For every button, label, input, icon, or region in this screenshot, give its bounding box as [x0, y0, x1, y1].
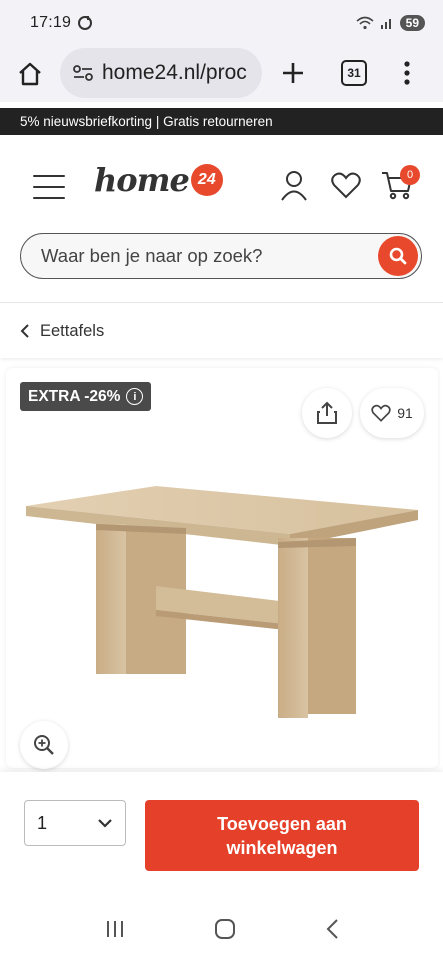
heart-icon	[371, 404, 391, 422]
tab-count: 31	[347, 66, 361, 80]
status-time: 17:19	[30, 14, 72, 31]
cart-count-badge: 0	[400, 165, 420, 185]
more-options-icon[interactable]	[403, 60, 411, 86]
search-icon	[389, 247, 407, 265]
home-button-icon[interactable]	[214, 918, 236, 940]
search-bar[interactable]	[20, 233, 422, 279]
status-indicators: 59	[356, 15, 425, 31]
battery-level: 59	[399, 15, 425, 31]
breadcrumb[interactable]: Eettafels	[0, 304, 443, 358]
chevron-down-icon	[98, 819, 112, 828]
recents-icon[interactable]	[104, 919, 126, 939]
share-icon	[317, 401, 337, 424]
logo-badge: 24	[190, 164, 223, 196]
address-bar[interactable]: home24.nl/proc	[60, 48, 262, 98]
logo-text: home	[94, 161, 190, 199]
home-icon[interactable]	[16, 60, 44, 88]
zoom-in-icon	[34, 735, 54, 755]
breadcrumb-label[interactable]: Eettafels	[40, 322, 104, 341]
tab-switcher-button[interactable]: 31	[341, 60, 367, 86]
menu-icon[interactable]	[33, 175, 65, 199]
new-tab-icon[interactable]	[280, 60, 306, 86]
sync-icon	[78, 16, 93, 30]
quantity-select[interactable]: 1	[24, 800, 126, 846]
home24-logo[interactable]: home 24	[94, 161, 223, 199]
chevron-left-icon	[20, 324, 29, 338]
account-icon[interactable]	[280, 169, 308, 201]
search-button[interactable]	[378, 236, 418, 276]
wishlist-count: 91	[397, 405, 413, 421]
back-icon[interactable]	[325, 918, 339, 940]
status-bar: 17:19 59	[0, 0, 443, 46]
site-header: home 24	[0, 135, 443, 303]
wifi-icon	[356, 16, 374, 30]
promo-text: 5% nieuwsbriefkorting | Gratis retourner…	[20, 114, 273, 129]
wishlist-button[interactable]: 91	[360, 388, 424, 438]
sale-badge-text: EXTRA -26%	[28, 387, 121, 405]
browser-toolbar: home24.nl/proc 31	[0, 46, 443, 102]
url-text: home24.nl/proc	[102, 61, 247, 84]
sale-badge: EXTRA -26% i	[20, 382, 152, 411]
signal-icon	[380, 19, 391, 29]
promo-banner[interactable]: 5% nieuwsbriefkorting | Gratis retourner…	[0, 108, 443, 135]
add-to-cart-bar: 1 Toevoegen aan winkelwagen	[0, 772, 443, 898]
zoom-button[interactable]	[20, 721, 68, 769]
add-to-cart-button[interactable]: Toevoegen aan winkelwagen	[145, 800, 419, 871]
wishlist-icon[interactable]	[331, 171, 361, 199]
product-image-dining-table[interactable]	[22, 486, 422, 736]
site-settings-icon[interactable]	[72, 63, 94, 83]
share-button[interactable]	[302, 388, 352, 438]
product-gallery[interactable]: EXTRA -26% i 91	[6, 368, 438, 769]
system-nav-bar	[0, 898, 443, 960]
quantity-value: 1	[37, 812, 48, 833]
search-input[interactable]	[41, 245, 341, 267]
add-to-cart-label: Toevoegen aan winkelwagen	[217, 813, 347, 858]
info-icon[interactable]: i	[126, 388, 144, 405]
